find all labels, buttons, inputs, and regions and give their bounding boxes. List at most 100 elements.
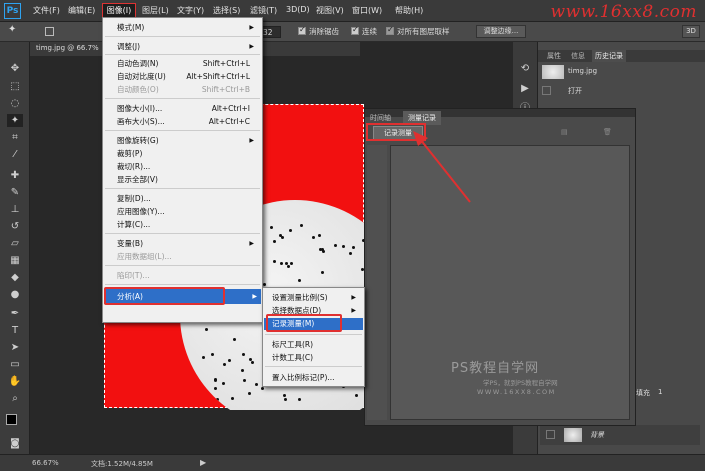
eraser-tool-icon[interactable]: ▱ <box>7 237 23 250</box>
dodge-tool-icon[interactable]: ● <box>7 288 23 301</box>
history-step-open[interactable]: 打开 <box>542 84 702 98</box>
seed-dot <box>279 233 283 237</box>
image-menu-item[interactable]: 自动色调(N) Shift+Ctrl+L <box>117 58 258 70</box>
seed-dot <box>248 392 251 396</box>
refine-edge-button[interactable]: 调整边缘... <box>476 25 526 38</box>
history-panel-icon[interactable]: ⟲ <box>517 62 533 75</box>
export-icon[interactable]: ▤ <box>561 128 568 136</box>
delete-icon[interactable]: 🗑 <box>603 128 612 136</box>
menu-select[interactable]: 选择(S) <box>213 5 240 16</box>
image-menu-item[interactable]: 图像大小(I)... Alt+Ctrl+I <box>117 103 258 115</box>
status-bar: 66.67% 文档:1.52M/4.85M ▶ <box>0 454 705 471</box>
menu-3d[interactable]: 3D(D) <box>286 5 310 14</box>
menu-help[interactable]: 帮助(H) <box>395 5 423 16</box>
menu-item-label: 自动对比度(U) <box>117 72 166 81</box>
image-menu-item[interactable]: 调整(J) ▶ <box>117 41 258 53</box>
image-menu-item[interactable]: 变量(B) ▶ <box>117 238 258 250</box>
menu-filter[interactable]: 滤镜(T) <box>250 5 277 16</box>
menu-item-shortcut: Alt+Ctrl+C <box>208 117 250 126</box>
zoom-tool-icon[interactable]: ⌕ <box>7 392 23 405</box>
seed-dot <box>227 359 231 363</box>
type-tool-icon[interactable]: T <box>7 324 23 337</box>
analysis-menu-item[interactable]: 设置测量比例(S) ▶ <box>272 292 360 304</box>
menu-item-label: 变量(B) <box>117 239 143 248</box>
image-menu-item[interactable]: 模式(M) ▶ <box>117 22 258 34</box>
move-tool-icon[interactable]: ✥ <box>7 62 23 75</box>
image-menu-item[interactable]: 陷印(T)... <box>117 270 258 282</box>
seed-dot <box>333 243 337 247</box>
image-menu-item[interactable]: 画布大小(S)... Alt+Ctrl+C <box>117 116 258 128</box>
image-menu-item[interactable]: 图像旋转(G) ▶ <box>117 135 258 147</box>
analysis-submenu: 设置测量比例(S) ▶ 选择数据点(D) ▶ 记录测量(M) 标尺工具(R) 计数工具(C)… <box>262 287 365 387</box>
all-layers-checkbox[interactable]: 对所有图层取样 <box>386 25 450 38</box>
menu-window[interactable]: 窗口(W) <box>352 5 382 16</box>
seed-dot <box>205 328 209 332</box>
marquee-tool-icon[interactable]: ⬚ <box>7 80 23 93</box>
menu-type[interactable]: 文字(Y) <box>177 5 204 16</box>
magic-wand-tool-icon[interactable]: ✦ <box>7 114 23 127</box>
workspace-3d-button[interactable]: 3D <box>682 25 700 38</box>
tab-history[interactable]: 历史记录 <box>592 50 626 62</box>
menu-item-label: 标尺工具(R) <box>272 340 314 349</box>
layer-visibility-toggle[interactable] <box>546 430 555 439</box>
actions-panel-icon[interactable]: ▶ <box>517 82 533 95</box>
image-menu-item[interactable]: 裁切(R)... <box>117 161 258 173</box>
tab-properties[interactable]: 属性 <box>544 50 564 62</box>
image-menu-item[interactable]: 裁剪(P) <box>117 148 258 160</box>
menu-item-shortcut: Alt+Ctrl+I <box>211 104 250 113</box>
image-menu-item[interactable]: 应用图像(Y)... <box>117 206 258 218</box>
image-menu-item[interactable]: 应用数据组(L)... <box>117 251 258 263</box>
image-menu-item[interactable]: 复制(D)... <box>117 193 258 205</box>
menu-view[interactable]: 视图(V) <box>316 5 344 16</box>
menu-separator <box>105 233 260 234</box>
status-arrow-icon[interactable]: ▶ <box>200 458 206 467</box>
tab-info[interactable]: 信息 <box>568 50 588 62</box>
crop-tool-icon[interactable]: ⌗ <box>7 131 23 144</box>
analysis-menu-item[interactable]: 计数工具(C) <box>272 352 360 364</box>
menu-file[interactable]: 文件(F) <box>33 5 60 16</box>
shape-tool-icon[interactable]: ▭ <box>7 358 23 371</box>
magic-wand-icon[interactable]: ✦ <box>8 24 16 36</box>
stamp-tool-icon[interactable]: ⊥ <box>7 203 23 216</box>
pen-tool-icon[interactable]: ✒ <box>7 307 23 320</box>
hand-tool-icon[interactable]: ✋ <box>7 375 23 388</box>
menu-item-label: 图像大小(I)... <box>117 104 163 113</box>
seed-dot <box>342 244 346 248</box>
healing-tool-icon[interactable]: ✚ <box>7 169 23 182</box>
menu-layer[interactable]: 图层(L) <box>142 5 169 16</box>
gradient-tool-icon[interactable]: ▦ <box>7 254 23 267</box>
zoom-level[interactable]: 66.67% <box>32 459 59 467</box>
image-menu-item[interactable]: 自动颜色(O) Shift+Ctrl+B <box>117 84 258 96</box>
menu-item-label: 裁切(R)... <box>117 162 151 171</box>
image-menu-item[interactable]: 显示全部(V) <box>117 174 258 186</box>
antialias-label: 消除锯齿 <box>309 27 339 36</box>
measurement-log-panel: 时间轴 测量记录 记录测量 ▤ 🗑 PS教程自学网 学PS，就到PS教程自学网 … <box>364 108 636 426</box>
seed-dot <box>298 279 302 283</box>
lasso-tool-icon[interactable]: ◌ <box>7 97 23 110</box>
brush-tool-icon[interactable]: ✎ <box>7 186 23 199</box>
analysis-menu-item[interactable]: 标尺工具(R) <box>272 339 360 351</box>
menu-item-shortcut: Shift+Ctrl+B <box>201 85 250 94</box>
history-brush-icon[interactable]: ↺ <box>7 220 23 233</box>
contiguous-checkbox[interactable]: 连续 <box>351 25 377 38</box>
image-menu-dropdown: 模式(M) ▶ 调整(J) ▶ 自动色调(N) Shift+Ctrl+L 自动对比度(U) A… <box>102 17 263 323</box>
path-select-icon[interactable]: ➤ <box>7 341 23 354</box>
new-selection-icon[interactable] <box>45 27 54 36</box>
menu-item-label: 复制(D)... <box>117 194 151 203</box>
image-menu-item[interactable]: 自动对比度(U) Alt+Shift+Ctrl+L <box>117 71 258 83</box>
menu-edit[interactable]: 编辑(E) <box>68 5 95 16</box>
seed-dot <box>281 236 285 240</box>
menu-item-label: 自动色调(N) <box>117 59 159 68</box>
quick-mask-icon[interactable]: ◙ <box>7 437 23 450</box>
analysis-menu-item[interactable]: 置入比例标记(P)... <box>272 372 360 384</box>
antialias-checkbox[interactable]: 消除锯齿 <box>298 25 339 38</box>
eyedropper-tool-icon[interactable]: ⁄ <box>7 148 23 161</box>
blur-tool-icon[interactable]: ◆ <box>7 271 23 284</box>
seed-dot <box>216 398 220 402</box>
history-step-checkbox[interactable] <box>542 86 551 95</box>
history-snapshot[interactable]: timg.jpg <box>542 64 702 80</box>
image-menu-item[interactable]: 计算(C)... <box>117 219 258 231</box>
layer-row-background[interactable]: 背景 <box>540 425 700 445</box>
foreground-color-swatch[interactable] <box>6 414 17 425</box>
fill-label: 填充 <box>636 389 650 397</box>
